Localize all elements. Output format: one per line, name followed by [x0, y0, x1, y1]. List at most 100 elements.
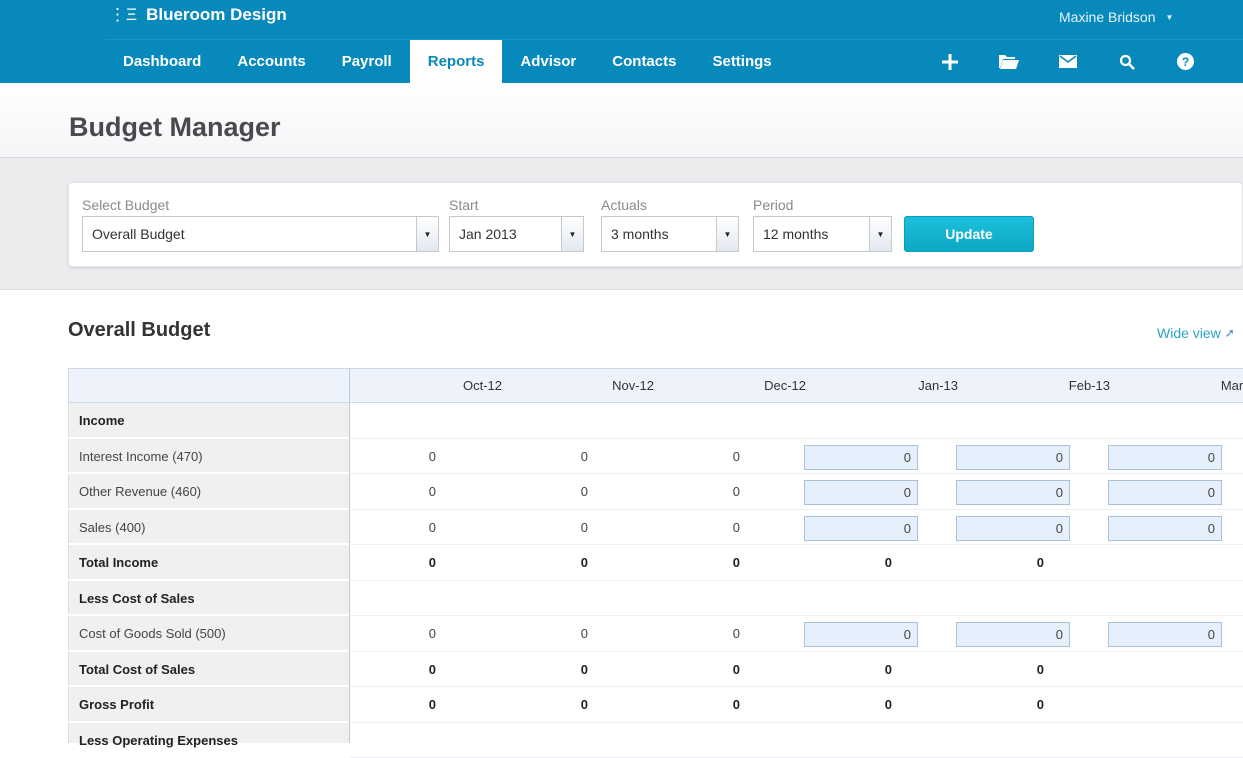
row-label: Gross Profit [79, 697, 154, 712]
budget-value-input[interactable]: 0 [1108, 480, 1222, 505]
caret-down-icon[interactable]: ▼ [561, 217, 583, 251]
chevron-down-icon: ▼ [1166, 13, 1174, 22]
budget-value-cell: 0 [680, 449, 740, 464]
budget-value-input[interactable]: 0 [956, 445, 1070, 470]
table-row: Gross Profit 0 0 0 0 0 [68, 687, 1243, 723]
budget-value-cell: 0 [376, 449, 436, 464]
budget-filter-panel: Select Budget Overall Budget ▼ Start Jan… [68, 182, 1243, 267]
budget-value-cell: 0 [832, 697, 892, 712]
header-corner [68, 369, 350, 403]
budget-value-input[interactable]: 0 [804, 516, 918, 541]
top-navigation-bar: ⋮Ξ Blueroom Design Maxine Bridson ▼ Dash… [0, 0, 1243, 83]
period-dropdown[interactable]: 12 months ▼ [753, 216, 892, 252]
table-row: Less Cost of Sales [68, 581, 1243, 617]
filter-band: Select Budget Overall Budget ▼ Start Jan… [0, 158, 1243, 290]
row-label: Less Operating Expenses [79, 733, 238, 748]
list-menu-icon: ⋮Ξ [109, 5, 137, 25]
table-row: Total Cost of Sales 0 0 0 0 0 [68, 652, 1243, 688]
svg-text:?: ? [1182, 55, 1189, 69]
search-icon[interactable] [1097, 40, 1156, 83]
actuals-value: 3 months [602, 226, 716, 242]
budget-value-cell: 0 [984, 555, 1044, 570]
tab-contacts[interactable]: Contacts [594, 40, 694, 83]
tab-dashboard[interactable]: Dashboard [105, 40, 219, 83]
budget-value-cell: 0 [832, 555, 892, 570]
column-header: Jan-13 [838, 378, 958, 393]
budget-value-cell: 0 [680, 555, 740, 570]
budget-value-cell: 0 [528, 520, 588, 535]
row-label: Total Income [79, 555, 158, 570]
period-value: 12 months [754, 226, 869, 242]
budget-title: Overall Budget [68, 319, 210, 342]
row-label: Income [79, 413, 125, 428]
budget-value-cell: 0 [376, 520, 436, 535]
budget-value-input[interactable]: 0 [956, 622, 1070, 647]
budget-value-input[interactable]: 0 [1108, 445, 1222, 470]
budget-value-input[interactable]: 0 [1108, 516, 1222, 541]
table-row: Interest Income (470)000000 [68, 439, 1243, 475]
budget-value-cell: 0 [680, 520, 740, 535]
budget-value-cell: 0 [528, 697, 588, 712]
budget-value-input[interactable]: 0 [956, 516, 1070, 541]
select-budget-dropdown[interactable]: Overall Budget ▼ [82, 216, 439, 252]
brand[interactable]: ⋮Ξ Blueroom Design [109, 4, 287, 26]
budget-value-cell: 0 [376, 697, 436, 712]
user-menu[interactable]: Maxine Bridson ▼ [1059, 9, 1173, 25]
budget-value-cell: 0 [528, 626, 588, 641]
budget-value-cell: 0 [984, 697, 1044, 712]
row-label: Interest Income (470) [79, 449, 203, 464]
column-header: Mar-13 [1142, 378, 1243, 393]
budget-value-cell: 0 [376, 662, 436, 677]
tab-accounts[interactable]: Accounts [219, 40, 323, 83]
folder-icon[interactable] [979, 40, 1038, 83]
select-budget-value: Overall Budget [83, 226, 416, 242]
brand-name: Blueroom Design [146, 5, 287, 25]
plus-icon[interactable] [920, 40, 979, 83]
budget-value-cell: 0 [376, 555, 436, 570]
budget-value-cell: 0 [680, 697, 740, 712]
actuals-dropdown[interactable]: 3 months ▼ [601, 216, 739, 252]
budget-value-cell: 0 [680, 626, 740, 641]
budget-value-cell: 0 [680, 484, 740, 499]
update-button[interactable]: Update [904, 216, 1034, 252]
budget-value-cell: 0 [528, 484, 588, 499]
start-dropdown[interactable]: Jan 2013 ▼ [449, 216, 584, 252]
budget-value-cell: 0 [680, 662, 740, 677]
budget-value-cell: 0 [376, 484, 436, 499]
budget-value-input[interactable]: 0 [956, 480, 1070, 505]
budget-value-cell: 0 [984, 662, 1044, 677]
tab-reports[interactable]: Reports [410, 40, 503, 83]
user-name: Maxine Bridson [1059, 9, 1156, 25]
actuals-label: Actuals [601, 197, 647, 213]
help-icon[interactable]: ? [1156, 40, 1215, 83]
wide-view-label: Wide view [1157, 325, 1221, 341]
budget-value-cell: 0 [832, 662, 892, 677]
expand-arrow-icon: ➚ [1225, 326, 1235, 340]
page-header: Budget Manager [0, 83, 1243, 158]
budget-value-input[interactable]: 0 [1108, 622, 1222, 647]
budget-value-cell: 0 [528, 555, 588, 570]
column-header: Feb-13 [990, 378, 1110, 393]
mail-icon[interactable] [1038, 40, 1097, 83]
table-row: Total Income 0 0 0 0 0 [68, 545, 1243, 581]
table-row: Cost of Goods Sold (500)000000 [68, 616, 1243, 652]
page-title: Budget Manager [69, 112, 281, 143]
caret-down-icon[interactable]: ▼ [416, 217, 438, 251]
column-header: Nov-12 [534, 378, 654, 393]
tab-payroll[interactable]: Payroll [324, 40, 410, 83]
budget-value-cell: 0 [528, 662, 588, 677]
table-header: Oct-12Nov-12Dec-12Jan-13Feb-13Mar-13 [68, 368, 1243, 403]
select-budget-label: Select Budget [82, 197, 169, 213]
budget-value-cell: 0 [376, 626, 436, 641]
wide-view-link[interactable]: Wide view ➚ [1157, 325, 1235, 341]
caret-down-icon[interactable]: ▼ [869, 217, 891, 251]
budget-value-input[interactable]: 0 [804, 480, 918, 505]
table-row: Sales (400)000000 [68, 510, 1243, 546]
budget-value-input[interactable]: 0 [804, 622, 918, 647]
budget-value-input[interactable]: 0 [804, 445, 918, 470]
table-row: Income [68, 403, 1243, 439]
caret-down-icon[interactable]: ▼ [716, 217, 738, 251]
tab-settings[interactable]: Settings [694, 40, 789, 83]
tab-advisor[interactable]: Advisor [502, 40, 594, 83]
row-label: Total Cost of Sales [79, 662, 195, 677]
